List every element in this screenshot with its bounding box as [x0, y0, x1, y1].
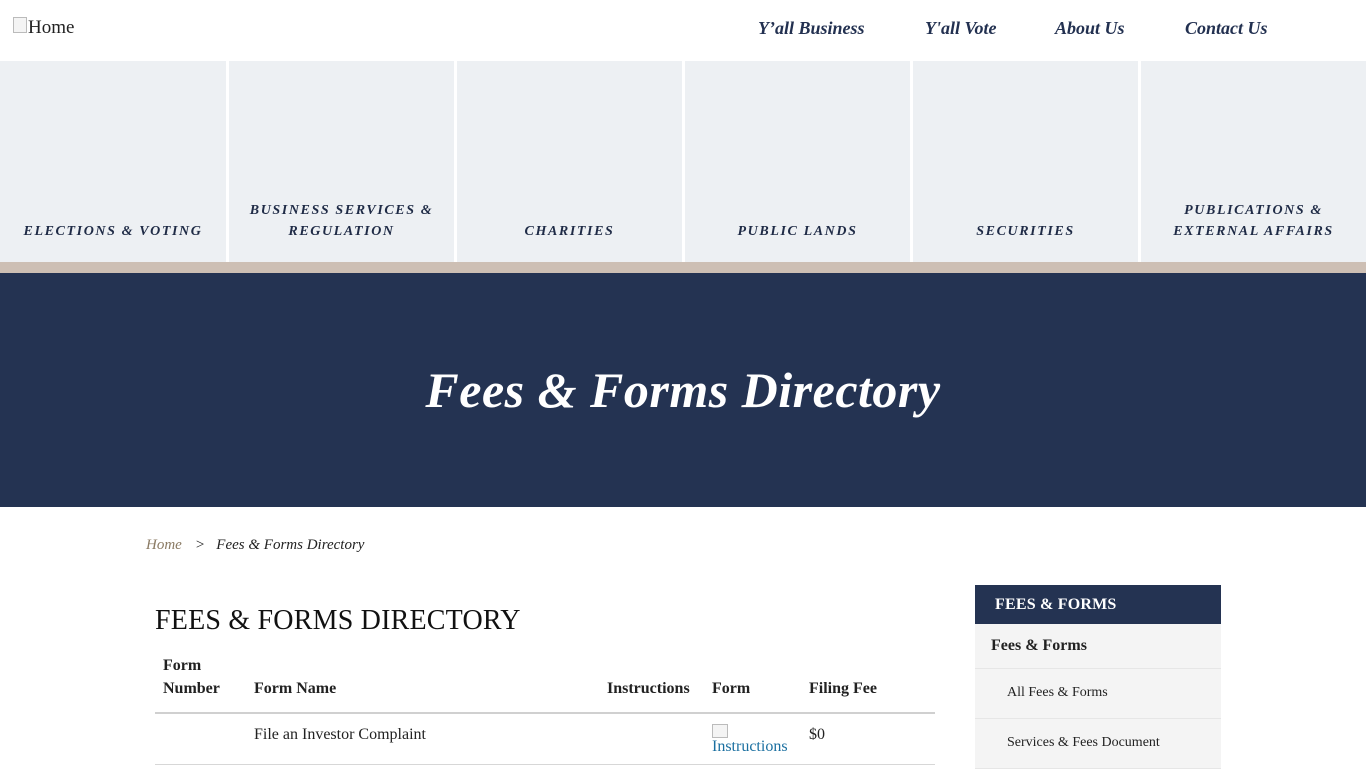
- form-link-label: Instructions: [712, 738, 788, 755]
- column-header-filing-fee: Filing Fee: [809, 680, 877, 697]
- broken-image-icon: [712, 724, 728, 738]
- home-logo[interactable]: Home: [13, 17, 74, 39]
- tile-public-lands[interactable]: PUBLIC LANDS: [685, 61, 910, 262]
- tile-elections-voting[interactable]: ELECTIONS & VOTING: [0, 61, 226, 262]
- sidebar-item-all-fees-forms[interactable]: All Fees & Forms: [975, 669, 1221, 719]
- tile-label: BUSINESS SERVICES & REGULATION: [249, 203, 434, 239]
- breadcrumb-current: Fees & Forms Directory: [216, 537, 365, 553]
- cell-instructions: [599, 713, 704, 765]
- tile-label: CHARITIES: [524, 224, 615, 239]
- hero-banner: Fees & Forms Directory: [0, 273, 1366, 507]
- cell-filing-fee: $0: [801, 713, 935, 765]
- sidebar-heading: FEES & FORMS: [975, 585, 1221, 624]
- nav-yall-vote[interactable]: Y'all Vote: [925, 18, 997, 39]
- table-row: File an Investor Complaint Instructions …: [155, 713, 935, 765]
- divider-bar: [0, 262, 1366, 273]
- forms-table: Form Number Form Name Instructions Form F…: [155, 654, 935, 765]
- tile-charities[interactable]: CHARITIES: [457, 61, 682, 262]
- column-header-form-number: Form Number: [163, 657, 220, 697]
- breadcrumb-separator: >: [195, 537, 205, 553]
- cell-form-name: File an Investor Complaint: [246, 713, 599, 765]
- tile-label: PUBLIC LANDS: [737, 224, 858, 239]
- table-header-row: Form Number Form Name Instructions Form F…: [155, 654, 935, 713]
- tile-publications[interactable]: PUBLICATIONS & EXTERNAL AFFAIRS: [1141, 61, 1366, 262]
- sidebar: FEES & FORMS Fees & Forms All Fees & For…: [975, 585, 1221, 769]
- broken-image-icon: [13, 17, 27, 33]
- cell-form-number: [155, 713, 246, 765]
- nav-contact-us[interactable]: Contact Us: [1185, 18, 1268, 39]
- nav-about-us[interactable]: About Us: [1055, 18, 1125, 39]
- sidebar-item-services-fees-document[interactable]: Services & Fees Document: [975, 719, 1221, 769]
- column-header-form-name: Form Name: [254, 680, 337, 697]
- column-header-instructions: Instructions: [607, 680, 690, 697]
- logo-alt-text: Home: [28, 17, 75, 38]
- hero-title: Fees & Forms Directory: [425, 362, 941, 418]
- tile-securities[interactable]: SECURITIES: [913, 61, 1138, 262]
- tile-label: ELECTIONS & VOTING: [23, 224, 203, 239]
- form-link[interactable]: Instructions: [712, 724, 793, 755]
- breadcrumb-home-link[interactable]: Home: [146, 537, 182, 553]
- nav-yall-business[interactable]: Y’all Business: [758, 18, 865, 39]
- tile-label: SECURITIES: [976, 224, 1075, 239]
- sidebar-section-fees-forms[interactable]: Fees & Forms: [975, 624, 1221, 669]
- page-title: FEES & FORMS DIRECTORY: [155, 605, 521, 636]
- breadcrumb: Home > Fees & Forms Directory: [146, 537, 364, 554]
- tile-business-services[interactable]: BUSINESS SERVICES & REGULATION: [229, 61, 454, 262]
- cell-form: Instructions: [704, 713, 801, 765]
- column-header-form: Form: [712, 680, 751, 697]
- top-bar: Home Y’all Business Y'all Vote About Us …: [0, 0, 1366, 61]
- tile-label: PUBLICATIONS & EXTERNAL AFFAIRS: [1173, 203, 1334, 239]
- category-tiles: ELECTIONS & VOTING BUSINESS SERVICES & RE…: [0, 61, 1366, 262]
